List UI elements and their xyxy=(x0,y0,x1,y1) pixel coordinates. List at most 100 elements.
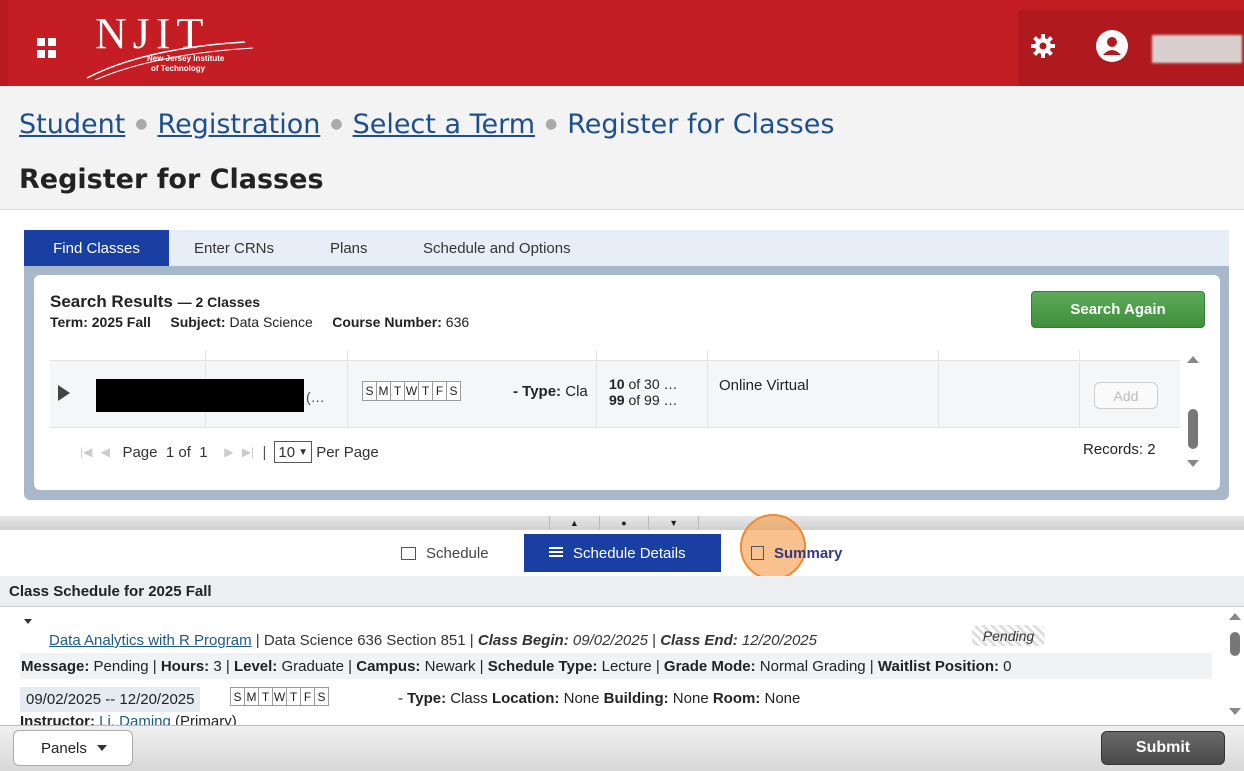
day-thu: T xyxy=(286,687,301,706)
gear-icon[interactable] xyxy=(1030,33,1056,59)
list-icon xyxy=(549,547,563,559)
title-truncation: (… xyxy=(306,389,325,405)
class-end-value: 12/20/2025 xyxy=(741,632,817,649)
day-wed: W xyxy=(272,687,287,706)
user-name-redacted[interactable] xyxy=(1152,35,1242,63)
splitter-controls: ▲ ● ▼ xyxy=(549,516,700,530)
tab-summary[interactable]: Summary xyxy=(751,534,842,572)
njit-logo[interactable]: NJIT New Jersey Institute of Technology xyxy=(85,9,255,80)
tab-schedule-details-label: Schedule Details xyxy=(573,544,686,562)
campus-value: Newark xyxy=(424,657,476,675)
chevron-down-icon: ▼ xyxy=(298,446,309,458)
hours-value: 3 xyxy=(213,657,222,675)
room-label: Room: xyxy=(712,690,761,707)
prev-page-icon[interactable]: ◀ xyxy=(101,445,110,459)
tab-find-classes[interactable]: Find Classes xyxy=(24,230,169,266)
subject-label: Subject: xyxy=(170,314,226,330)
logo-line-2: of Technology xyxy=(151,64,206,73)
search-criteria: Term: 2025 Fall Subject: Data Science Co… xyxy=(50,314,469,330)
app-grid-icon[interactable] xyxy=(37,38,57,58)
breadcrumb: Student ● Registration ● Select a Term ●… xyxy=(19,104,834,144)
splitter-down-icon[interactable]: ▼ xyxy=(648,516,700,530)
waitlist-label: Waitlist Position: xyxy=(877,657,999,675)
waitlist-value: 0 xyxy=(1003,657,1012,675)
meeting-days: S M T W T F S xyxy=(230,687,329,706)
course-title-link[interactable]: Data Analytics with R Program xyxy=(49,632,252,649)
class-summary-line: Data Analytics with R Program | Data Sci… xyxy=(49,632,817,649)
pager-divider: | xyxy=(262,443,267,461)
meeting-type-label: Type: xyxy=(407,690,447,707)
panels-label: Panels xyxy=(41,739,87,757)
day-mon: M xyxy=(244,687,259,706)
scrollbar-thumb[interactable] xyxy=(1188,409,1198,449)
tab-schedule[interactable]: Schedule xyxy=(401,534,489,572)
search-again-button[interactable]: Search Again xyxy=(1031,291,1205,328)
tab-summary-label: Summary xyxy=(774,544,843,562)
tab-plans[interactable]: Plans xyxy=(330,230,368,266)
submit-button[interactable]: Submit xyxy=(1101,731,1225,765)
instructor-role: (Primary) xyxy=(175,713,237,725)
meeting-type-value: Class xyxy=(450,690,488,707)
logo-line-1: New Jersey Institute xyxy=(147,54,225,63)
summary-icon xyxy=(751,546,764,560)
last-page-icon[interactable]: ▶| xyxy=(242,445,254,459)
day-wed: W xyxy=(404,381,419,401)
user-avatar-icon[interactable] xyxy=(1096,30,1128,62)
meeting-date-range: 09/02/2025 -- 12/20/2025 xyxy=(20,687,201,712)
page-number[interactable]: 1 xyxy=(166,444,174,461)
status-badge: Pending xyxy=(972,625,1045,646)
course-info: | Data Science 636 Section 851 | xyxy=(255,632,474,649)
first-page-icon[interactable]: |◀ xyxy=(80,445,92,459)
class-begin-value: 09/02/2025 xyxy=(572,632,648,649)
per-page-select[interactable]: 10 ▼ xyxy=(274,441,313,463)
level-value: Graduate xyxy=(281,657,345,675)
logo-letters: NJIT xyxy=(95,9,210,58)
column-divider xyxy=(596,350,597,428)
breadcrumb-student[interactable]: Student xyxy=(19,109,125,140)
day-sat: S xyxy=(446,381,461,401)
breadcrumb-select-term[interactable]: Select a Term xyxy=(353,109,535,140)
instructor-label: Instructor: xyxy=(20,713,95,725)
next-page-icon[interactable]: ▶ xyxy=(224,445,233,459)
splitter-up-icon[interactable]: ▲ xyxy=(549,516,599,530)
day-thu: T xyxy=(418,381,433,401)
column-divider xyxy=(938,350,939,428)
class-end-label: Class End: xyxy=(660,632,738,649)
class-begin-label: Class Begin: xyxy=(477,632,569,649)
day-fri: F xyxy=(300,687,315,706)
scroll-down-icon[interactable] xyxy=(1229,708,1241,715)
message-value: Pending xyxy=(93,657,149,675)
scrollbar-thumb[interactable] xyxy=(1230,632,1240,656)
tab-schedule-details[interactable]: Schedule Details xyxy=(524,534,721,572)
expand-row-icon[interactable] xyxy=(58,385,70,401)
calendar-icon xyxy=(401,546,416,560)
scroll-up-icon[interactable] xyxy=(1229,613,1241,620)
instructor-line: Instructor: Li, Daming (Primary) xyxy=(20,713,237,725)
splitter-center-icon[interactable]: ● xyxy=(598,516,649,530)
day-sat: S xyxy=(314,687,329,706)
collapse-caret-icon[interactable] xyxy=(24,619,32,624)
panels-button[interactable]: Panels xyxy=(13,730,133,766)
tab-enter-crns[interactable]: Enter CRNs xyxy=(194,230,274,266)
term-value: 2025 Fall xyxy=(91,314,151,330)
meeting-details: - Type: Class Location: None Building: N… xyxy=(398,690,801,707)
scroll-up-icon[interactable] xyxy=(1187,356,1199,363)
breadcrumb-registration[interactable]: Registration xyxy=(158,109,321,140)
meeting-type: - Type: Cla xyxy=(513,383,588,400)
page-label: Page xyxy=(122,443,158,461)
add-button[interactable]: Add xyxy=(1094,382,1158,409)
grade-mode-value: Normal Grading xyxy=(759,657,866,675)
schedule-type-value: Lecture xyxy=(601,657,652,675)
day-sun: S xyxy=(362,381,377,401)
seats-remaining: 10 xyxy=(609,376,625,392)
day-fri: F xyxy=(432,381,447,401)
day-tue: T xyxy=(258,687,273,706)
of-label: of xyxy=(178,443,191,461)
tab-schedule-options[interactable]: Schedule and Options xyxy=(423,230,571,266)
hours-label: Hours: xyxy=(160,657,210,675)
class-message-line: Message: Pending | Hours: 3 | Level: Gra… xyxy=(20,653,1212,679)
scroll-down-icon[interactable] xyxy=(1187,460,1199,467)
instructor-link[interactable]: Li, Daming xyxy=(99,713,171,725)
breadcrumb-current: Register for Classes xyxy=(567,108,835,140)
breadcrumb-separator: ● xyxy=(135,116,148,132)
